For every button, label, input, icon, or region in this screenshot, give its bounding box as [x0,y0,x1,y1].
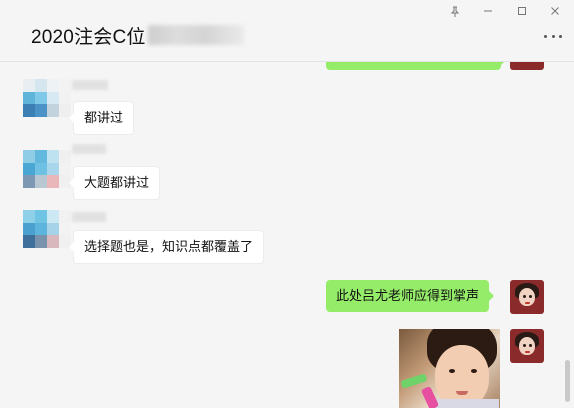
self-avatar[interactable] [510,329,544,363]
sender-name-redaction [72,80,108,90]
chat-title: 2020注会C位 [31,27,146,48]
message-bubble-outgoing[interactable]: 此处吕尤老师应得到掌声 [326,280,495,312]
message-bubble-incoming[interactable]: 选择题也是，知识点都覆盖了 [68,230,265,264]
contact-avatar[interactable] [23,79,71,117]
sender-name-redaction [72,144,106,154]
message-bubble-incoming[interactable]: 大题都讲过 [68,166,161,200]
self-avatar[interactable] [510,280,544,314]
message-bubble-incoming[interactable]: 都讲过 [68,101,135,135]
contact-avatar[interactable] [23,210,71,248]
close-icon[interactable] [544,3,566,19]
chat-message-area[interactable]: 都讲过 大题都讲过 选择题也是，知识点都覆盖了 此处吕尤老师应得到掌声 [0,62,574,408]
self-avatar[interactable] [510,62,544,70]
sender-name-redaction [72,212,106,222]
minimize-icon[interactable] [477,3,499,19]
scrollbar-thumb[interactable] [565,360,570,402]
title-redaction [148,25,244,45]
contact-avatar[interactable] [23,150,71,188]
message-bubble-outgoing-partial[interactable] [326,62,506,70]
more-dots-icon[interactable] [541,30,565,42]
title-bar: 2020注会C位 [0,0,574,62]
message-image-outgoing[interactable] [399,329,500,408]
maximize-icon[interactable] [511,3,533,19]
pin-icon[interactable] [444,3,466,19]
